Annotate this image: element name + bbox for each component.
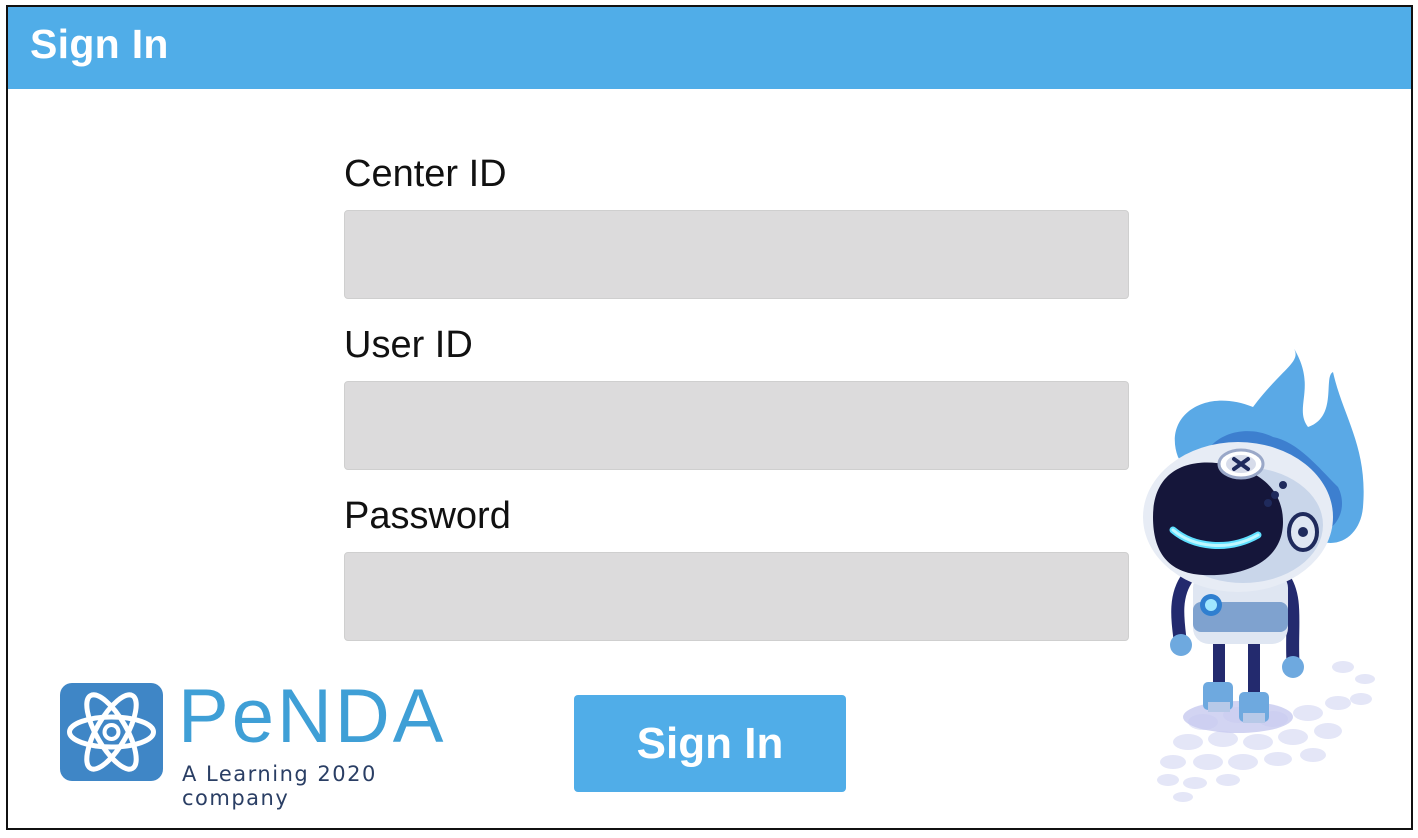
center-id-label: Center ID (344, 153, 507, 195)
header-bar: Sign In (8, 7, 1411, 89)
user-id-input[interactable] (344, 381, 1129, 470)
password-label: Password (344, 495, 511, 537)
atom-icon (60, 683, 163, 781)
sign-in-window: Sign In Center ID User ID Password PeNDA… (6, 5, 1413, 830)
user-id-label: User ID (344, 324, 473, 366)
password-input[interactable] (344, 552, 1129, 641)
page-title: Sign In (30, 21, 169, 67)
penda-logo: PeNDA A Learning 2020 company (60, 674, 480, 810)
logo-tagline: A Learning 2020 company (182, 762, 377, 810)
logo-wordmark: PeNDA (178, 674, 447, 759)
sign-in-button[interactable]: Sign In (574, 695, 846, 792)
robot-mascot-icon (1143, 347, 1375, 802)
center-id-input[interactable] (344, 210, 1129, 299)
